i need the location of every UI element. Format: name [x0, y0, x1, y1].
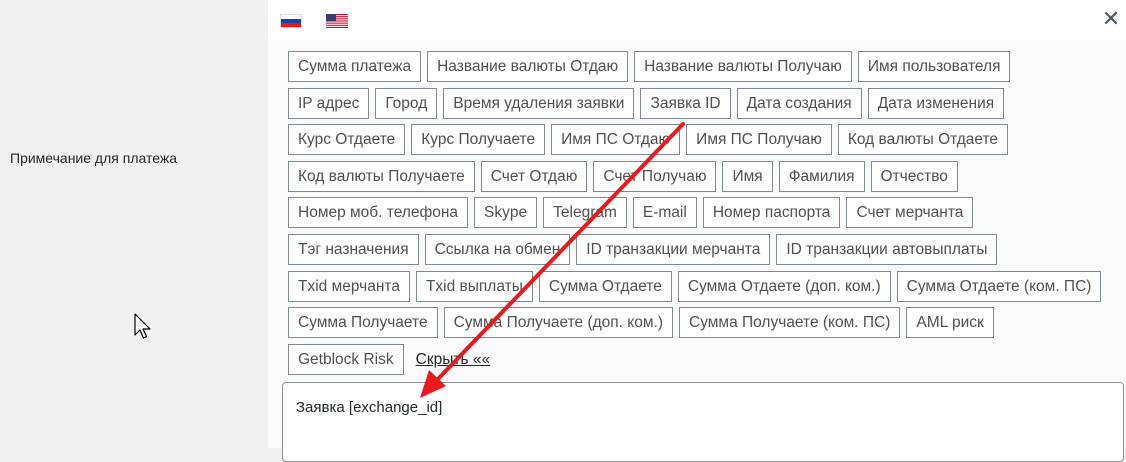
shortcode-tag-button[interactable]: Тэг назначения [288, 233, 419, 265]
russia-flag-icon[interactable] [280, 14, 302, 28]
shortcode-tag-button[interactable]: Имя пользователя [857, 51, 1011, 82]
shortcode-tag-button[interactable]: Дата изменения [867, 87, 1005, 119]
tag-row: Номер моб. телефона Skype Telegram E-mail Но… [288, 197, 1118, 234]
shortcode-tag-button[interactable]: Время удаления заявки [443, 87, 635, 119]
tag-row: Txid мерчанта Txid выплаты Сумма Отдаете Су… [288, 270, 1118, 308]
shortcode-tag-button[interactable]: Сумма Получаете [288, 307, 438, 339]
shortcode-tag-button[interactable]: Txid выплаты [415, 270, 533, 302]
shortcode-tag-button[interactable]: Счет мерчанта [846, 197, 974, 229]
shortcode-tag-button[interactable]: IP адрес [288, 87, 370, 119]
shortcode-tag-button[interactable]: ID транзакции автовыплаты [776, 233, 998, 265]
shortcode-tag-button[interactable]: Telegram [543, 197, 627, 229]
shortcode-tag-button[interactable]: E-mail [632, 197, 697, 229]
shortcode-tag-button[interactable]: Сумма платежа [288, 51, 422, 82]
shortcode-tag-button[interactable]: Номер паспорта [702, 197, 841, 229]
shortcode-tag-button[interactable]: Название валюты Получаю [634, 51, 852, 82]
payment-note-value: Заявка [exchange_id] [296, 399, 443, 416]
hide-tags-link[interactable]: Скрыть «« [416, 344, 490, 375]
shortcode-tag-button[interactable]: Getblock Risk [288, 343, 404, 375]
shortcode-tag-button[interactable]: Сумма Отдаете [538, 270, 672, 302]
shortcode-tag-button[interactable]: Имя ПС Отдаю [551, 124, 681, 156]
tag-row: Тэг назначения Ссылка на обмен ID транзакц… [288, 233, 1118, 271]
shortcode-tag-list: Сумма платежа Название валюты Отдаю Назван… [288, 51, 1118, 380]
shortcode-tag-button[interactable]: Сумма Отдаете (доп. ком.) [677, 270, 891, 302]
usa-flag-icon[interactable] [326, 14, 348, 28]
shortcode-tag-button[interactable]: Счет Отдаю [480, 160, 588, 192]
close-icon[interactable]: ✕ [1100, 8, 1122, 32]
shortcode-tag-button[interactable]: Фамилия [778, 160, 865, 192]
shortcode-tag-button[interactable]: Сумма Получаете (доп. ком.) [443, 307, 673, 339]
shortcode-tag-button[interactable]: Имя ПС Получаю [686, 124, 832, 156]
payment-note-textarea[interactable]: Заявка [exchange_id] [282, 382, 1124, 462]
shortcode-tag-button[interactable]: Счет Получаю [593, 160, 717, 192]
shortcode-tag-button[interactable]: Код валюты Получаете [288, 160, 475, 192]
shortcode-tag-button[interactable]: Ссылка на обмен [424, 233, 571, 265]
field-editor-panel: ✕ Сумма платежа Название валюты Отдаю Назв… [268, 0, 1126, 462]
shortcode-tag-button[interactable]: Имя [722, 160, 773, 192]
shortcode-tag-button[interactable]: Skype [474, 197, 538, 229]
mouse-pointer-icon [134, 313, 151, 339]
shortcode-tag-button[interactable]: Сумма Отдаете (ком. ПС) [896, 270, 1102, 302]
tag-row: Курс Отдаете Курс Получаете Имя ПС Отдаю Им… [288, 124, 1118, 161]
tag-row: Сумма платежа Название валюты Отдаю Назван… [288, 51, 1118, 88]
tag-row: Код валюты Получаете Счет Отдаю Счет Получ… [288, 160, 1118, 198]
shortcode-tag-button[interactable]: Название валюты Отдаю [427, 51, 629, 82]
shortcode-tag-button[interactable]: Заявка ID [640, 87, 731, 119]
field-label-column: Примечание для платежа [0, 0, 268, 448]
language-tabs: ✕ [268, 0, 1126, 40]
shortcode-tag-button[interactable]: Город [375, 87, 438, 119]
tag-row: Getblock Risk Скрыть «« [288, 343, 1118, 381]
shortcode-tag-button[interactable]: Курс Получаете [411, 124, 546, 156]
shortcode-tag-button[interactable]: Код валюты Отдаете [837, 124, 1009, 156]
shortcode-tag-button[interactable]: Отчество [870, 160, 958, 192]
shortcode-tag-button[interactable]: Txid мерчанта [288, 270, 410, 302]
tag-row: IP адрес Город Время удаления заявки Заявка… [288, 87, 1118, 125]
tag-row: Сумма Получаете Сумма Получаете (доп. ком… [288, 307, 1118, 344]
shortcode-tag-button[interactable]: AML риск [906, 307, 994, 339]
shortcode-tag-button[interactable]: Номер моб. телефона [288, 197, 469, 229]
field-label: Примечание для платежа [10, 150, 177, 166]
shortcode-tag-button[interactable]: Курс Отдаете [288, 124, 406, 156]
shortcode-tag-button[interactable]: ID транзакции мерчанта [576, 233, 771, 265]
shortcode-tag-button[interactable]: Дата создания [736, 87, 862, 119]
shortcode-tag-button[interactable]: Сумма Получаете (ком. ПС) [679, 307, 901, 339]
